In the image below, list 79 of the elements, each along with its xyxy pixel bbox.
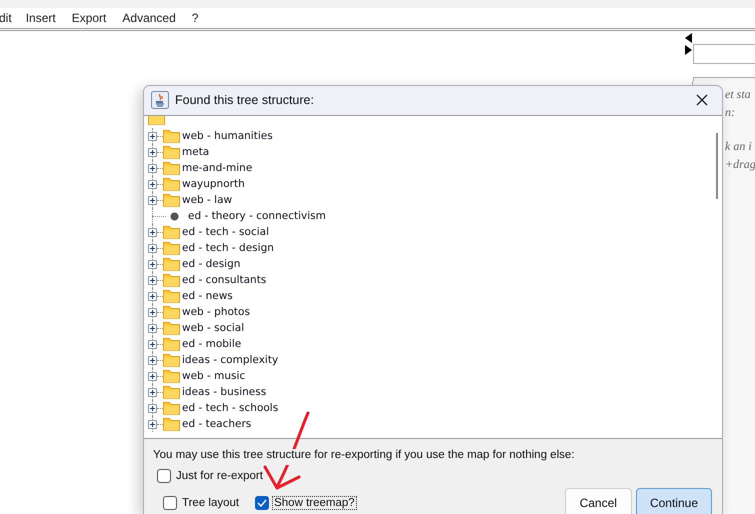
hint-text: n:: [725, 105, 735, 120]
tree-item[interactable]: web - social: [182, 322, 244, 334]
tree-item[interactable]: web - humanities: [182, 130, 273, 142]
expand-icon[interactable]: [148, 260, 157, 268]
folder-icon: [163, 129, 180, 143]
tree-item[interactable]: ideas - complexity: [182, 354, 278, 366]
tree-item[interactable]: ed - tech - design: [182, 242, 274, 254]
close-icon: [696, 94, 708, 106]
tree-item[interactable]: ed - mobile: [182, 338, 242, 350]
leaf-dot-icon: [170, 212, 179, 220]
tree-item[interactable]: ed - consultants: [182, 274, 266, 286]
tree-item[interactable]: wayupnorth: [182, 178, 245, 190]
checkbox[interactable]: [157, 469, 171, 483]
expand-icon[interactable]: [148, 180, 157, 188]
java-icon: [151, 91, 169, 109]
checkbox[interactable]: [255, 496, 270, 510]
expand-icon[interactable]: [148, 372, 157, 380]
checkbox-label[interactable]: Tree layout: [180, 496, 242, 510]
scroll-thumb[interactable]: [716, 133, 718, 199]
folder-icon: [163, 353, 180, 367]
expand-icon[interactable]: [148, 228, 157, 236]
expand-icon[interactable]: [148, 292, 157, 300]
folder-icon: [163, 337, 180, 351]
window-title: Found this tree structure:: [175, 93, 315, 107]
folder-icon: [163, 289, 180, 303]
collapse-left-icon: [685, 33, 692, 43]
folder-icon: [163, 177, 180, 191]
checkbox[interactable]: [163, 496, 177, 510]
expand-icon[interactable]: [148, 388, 157, 396]
folder-icon: [163, 145, 180, 159]
folder-icon: [163, 193, 180, 207]
menu-item[interactable]: ?: [192, 11, 198, 25]
folder-icon: [163, 273, 180, 287]
folder-icon: [163, 225, 180, 239]
tree-item[interactable]: ideas - business: [182, 386, 266, 398]
expand-icon[interactable]: [148, 324, 157, 332]
checkmark-icon: [257, 499, 268, 507]
folder-icon: [163, 321, 180, 335]
menu-item[interactable]: Advanced: [122, 11, 176, 25]
panel-field: [693, 44, 755, 64]
hint-text: k an i: [725, 139, 752, 154]
tree-item[interactable]: web - music: [182, 370, 246, 382]
expand-icon[interactable]: [148, 340, 157, 348]
expand-icon[interactable]: [148, 148, 157, 156]
expand-icon[interactable]: [148, 420, 157, 428]
checkbox-label[interactable]: Just for re-export: [174, 469, 265, 483]
menu-item[interactable]: Insert: [26, 11, 56, 25]
folder-icon: [163, 241, 180, 255]
tree-item[interactable]: ed - theory - connectivism: [188, 210, 326, 222]
hint-text: et sta: [725, 87, 751, 102]
tree-item[interactable]: ed - teachers: [182, 418, 252, 430]
tree-item[interactable]: me-and-mine: [182, 162, 252, 174]
tree-item[interactable]: web - law: [182, 194, 232, 206]
expand-icon[interactable]: [148, 244, 157, 252]
expand-icon[interactable]: [148, 196, 157, 204]
continue-button[interactable]: Continue: [636, 488, 712, 514]
tree-item[interactable]: ed - design: [182, 258, 240, 270]
folder-icon: [163, 401, 180, 415]
folder-icon: [163, 161, 180, 175]
folder-icon: [163, 385, 180, 399]
expand-icon[interactable]: [148, 404, 157, 412]
tree-item[interactable]: meta: [182, 146, 210, 158]
checkbox-label[interactable]: Show treemap?: [272, 496, 357, 510]
folder-icon: [163, 369, 180, 383]
tree-item[interactable]: web - photos: [182, 306, 250, 318]
menu-item[interactable]: Export: [72, 11, 106, 25]
expand-icon[interactable]: [148, 132, 157, 140]
message-text: You may use this tree structure for re-exporting if you use the map for nothing else:: [153, 449, 574, 465]
folder-icon: [163, 257, 180, 271]
folder-icon: [163, 417, 180, 431]
tree-item[interactable]: ed - tech - schools: [182, 402, 278, 414]
tree-item[interactable]: ed - tech - social: [182, 226, 269, 238]
expand-icon[interactable]: [148, 308, 157, 316]
expand-icon[interactable]: [148, 276, 157, 284]
folder-icon: [163, 305, 180, 319]
expand-icon[interactable]: [148, 356, 157, 364]
expand-icon[interactable]: [148, 164, 157, 172]
tree-item[interactable]: ed - news: [182, 290, 233, 302]
cancel-button[interactable]: Cancel: [564, 488, 632, 514]
